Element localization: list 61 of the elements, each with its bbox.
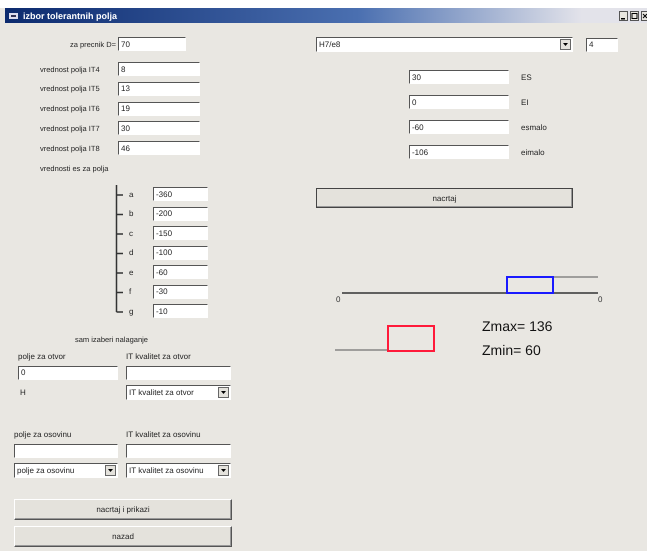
maximize-icon[interactable] bbox=[630, 10, 639, 20]
caret-icon[interactable] bbox=[218, 464, 229, 476]
minimize-icon[interactable] bbox=[619, 10, 628, 20]
input-field[interactable]: 8 bbox=[118, 62, 200, 76]
button[interactable]: nazad bbox=[14, 526, 232, 547]
axis-label: 0 bbox=[336, 295, 340, 304]
field-label: IT kvalitet za otvor bbox=[126, 352, 192, 361]
field-label: esmalo bbox=[521, 122, 547, 132]
dropdown[interactable]: IT kvalitet za otvor bbox=[126, 384, 231, 400]
input-field[interactable]: 30 bbox=[118, 121, 200, 136]
field-value: H bbox=[19, 388, 27, 397]
input-field[interactable]: 0 bbox=[18, 366, 118, 380]
result-text: Zmin= 60 bbox=[482, 342, 542, 358]
input-field[interactable] bbox=[126, 444, 231, 458]
caret-icon[interactable] bbox=[560, 39, 571, 50]
button[interactable]: nacrtaj i prikazi bbox=[14, 498, 232, 520]
dropdown[interactable]: IT kvalitet za osovinu bbox=[126, 462, 231, 478]
field-label: g bbox=[128, 306, 134, 316]
input-field[interactable] bbox=[14, 444, 118, 458]
field-label: c bbox=[128, 228, 134, 238]
hole-tolerance-zone bbox=[506, 276, 554, 294]
field-label: polje za osovinu bbox=[14, 430, 72, 439]
field-label: EI bbox=[521, 98, 529, 106]
draw-button[interactable]: nacrtaj bbox=[316, 188, 573, 208]
window-title: izbor tolerantnih polja bbox=[23, 10, 117, 20]
input-field[interactable]: 0 bbox=[409, 95, 509, 109]
input-field[interactable]: -30 bbox=[153, 284, 208, 299]
caret-icon[interactable] bbox=[105, 464, 116, 476]
field-label: b bbox=[128, 209, 134, 218]
input-field[interactable]: 46 bbox=[118, 141, 200, 156]
dropdown[interactable]: polje za osovinu bbox=[14, 462, 118, 478]
input-field[interactable]: 13 bbox=[118, 82, 200, 96]
field-label: IT kvalitet za osovinu bbox=[126, 430, 202, 439]
field-label: eimalo bbox=[521, 148, 545, 156]
field-label: polje za otvor bbox=[18, 352, 67, 361]
field-label: ES bbox=[521, 72, 532, 82]
input-field[interactable]: -150 bbox=[153, 226, 208, 240]
input-field[interactable]: -106 bbox=[409, 145, 509, 159]
input-field[interactable]: -100 bbox=[153, 246, 208, 260]
field-label: a bbox=[128, 190, 134, 199]
input-field[interactable]: 70 bbox=[118, 37, 186, 51]
axis-label: 0 bbox=[598, 295, 602, 304]
field-label: d bbox=[128, 248, 134, 258]
close-icon[interactable] bbox=[641, 10, 647, 20]
result-text: Zmax= 136 bbox=[482, 318, 552, 334]
input-field[interactable] bbox=[126, 366, 231, 380]
field-label: f bbox=[128, 287, 132, 296]
shaft-tolerance-zone bbox=[387, 325, 435, 352]
input-field[interactable]: -60 bbox=[153, 265, 208, 280]
dropdown[interactable]: H7/e8 bbox=[316, 37, 573, 52]
app-icon bbox=[9, 12, 18, 20]
tolerance-line bbox=[552, 276, 598, 278]
field-label: e bbox=[128, 268, 134, 277]
caret-icon[interactable] bbox=[218, 386, 229, 398]
input-field[interactable]: 30 bbox=[409, 70, 509, 84]
input-field[interactable]: -10 bbox=[153, 304, 208, 318]
input-field[interactable]: -200 bbox=[153, 206, 208, 221]
input-field[interactable]: -360 bbox=[153, 187, 208, 202]
input-field[interactable]: 4 bbox=[586, 38, 618, 52]
input-field[interactable]: -60 bbox=[409, 120, 509, 134]
input-field[interactable]: 19 bbox=[118, 102, 200, 116]
